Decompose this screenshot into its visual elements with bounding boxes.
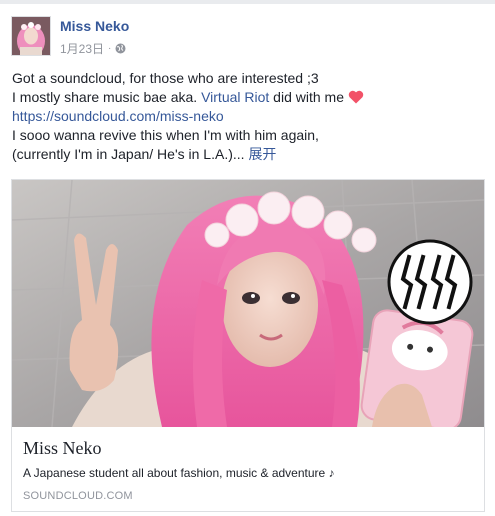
virtual-riot-link[interactable]: Virtual Riot xyxy=(201,89,269,105)
facebook-post: Miss Neko 1月23日 · Got a soundcloud, for … xyxy=(0,4,495,516)
soundcloud-url-link[interactable]: https://soundcloud.com/miss-neko xyxy=(12,107,484,126)
post-text-line-1: Got a soundcloud, for those who are inte… xyxy=(12,70,319,86)
avatar[interactable] xyxy=(11,16,51,56)
link-preview-info[interactable]: Miss Neko A Japanese student all about f… xyxy=(12,427,484,511)
meta-separator: · xyxy=(108,43,112,54)
link-preview-description: A Japanese student all about fashion, mu… xyxy=(23,466,335,480)
post-text-line-4: I sooo wanna revive this when I'm with h… xyxy=(12,127,319,143)
post-text-line-5-text: (currently I'm in Japan/ He's in L.A.)..… xyxy=(12,146,245,162)
globe-icon[interactable] xyxy=(115,43,126,54)
post-text: Got a soundcloud, for those who are inte… xyxy=(12,69,484,164)
author-name[interactable]: Miss Neko xyxy=(60,18,129,34)
post-text-line-5: (currently I'm in Japan/ He's in L.A.)..… xyxy=(12,145,484,164)
post-text-line-2-suffix: did with me xyxy=(269,89,348,105)
heart-icon xyxy=(348,90,364,104)
post-text-line-2: I mostly share music bae aka. Virtual Ri… xyxy=(12,88,484,107)
post-text-line-2-prefix: I mostly share music bae aka. xyxy=(12,89,202,105)
link-preview-domain: SOUNDCLOUD.COM xyxy=(23,490,133,502)
post-date[interactable]: 1月23日 xyxy=(60,40,104,57)
post-meta: 1月23日 · xyxy=(60,40,126,57)
see-more-link[interactable]: 展开 xyxy=(248,146,276,162)
watermark-logo xyxy=(387,239,473,325)
link-preview-card[interactable]: Miss Neko A Japanese student all about f… xyxy=(11,179,485,512)
link-preview-title[interactable]: Miss Neko xyxy=(23,438,102,459)
